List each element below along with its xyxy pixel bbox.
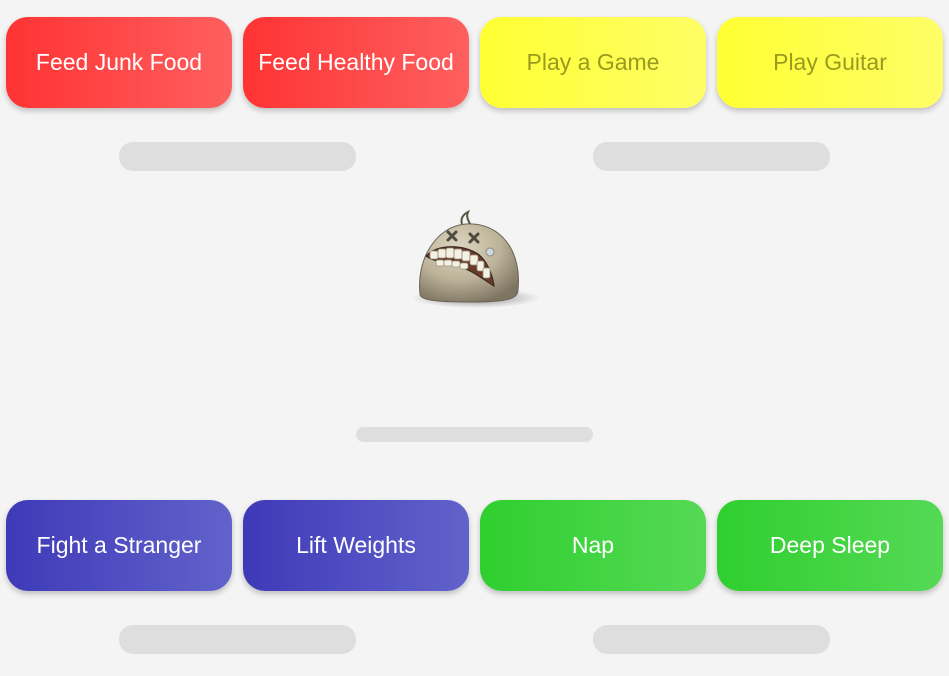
feed-junk-food-button[interactable]: Feed Junk Food: [6, 17, 232, 108]
play-a-game-button[interactable]: Play a Game: [480, 17, 706, 108]
lift-weights-button[interactable]: Lift Weights: [243, 500, 469, 591]
fun-bar: [593, 142, 830, 171]
nap-button[interactable]: Nap: [480, 500, 706, 591]
feed-healthy-food-button[interactable]: Feed Healthy Food: [243, 17, 469, 108]
energy-bar: [593, 625, 830, 654]
age-bar: [356, 427, 593, 442]
play-guitar-button[interactable]: Play Guitar: [717, 17, 943, 108]
dead-blob-pet-icon: [410, 209, 540, 310]
strength-bar: [119, 625, 356, 654]
deep-sleep-button[interactable]: Deep Sleep: [717, 500, 943, 591]
hunger-bar: [119, 142, 356, 171]
fight-a-stranger-button[interactable]: Fight a Stranger: [6, 500, 232, 591]
